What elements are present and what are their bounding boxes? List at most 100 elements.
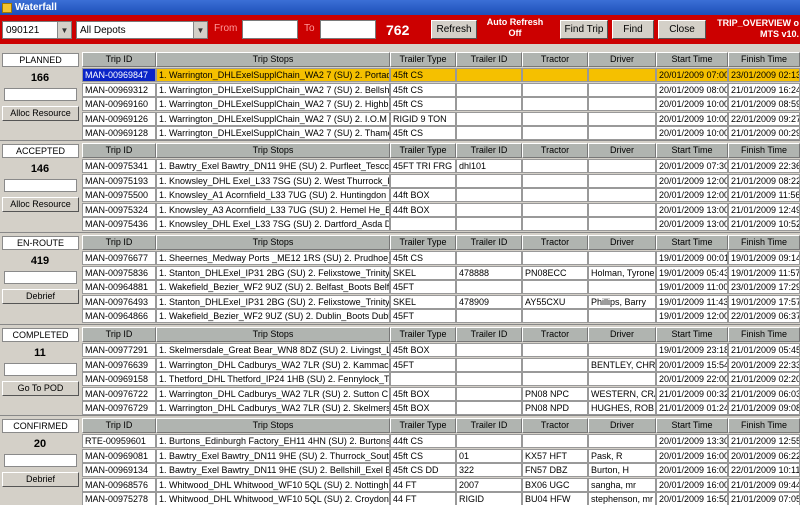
table-cell[interactable]: 44ft BOX xyxy=(390,202,456,217)
table-cell[interactable] xyxy=(588,217,656,231)
table-cell[interactable]: 1. Warrington_DHL Cadburys_WA2 7LR (SU) … xyxy=(156,357,390,372)
table-cell[interactable]: 45ft CS xyxy=(390,82,456,97)
table-cell[interactable] xyxy=(522,188,588,202)
table-cell[interactable]: MAN-00975324 xyxy=(82,202,156,217)
table-cell[interactable]: 44 FT xyxy=(390,477,456,492)
table-cell[interactable]: 322 xyxy=(456,463,522,477)
table-cell[interactable]: 21/01/2009 07:05 xyxy=(728,492,800,505)
status-filter-input[interactable] xyxy=(4,88,77,101)
table-cell[interactable]: dhl101 xyxy=(456,159,522,173)
table-cell[interactable]: 1. Warrington_DHL Cadburys_WA2 7LR (SU) … xyxy=(156,401,390,415)
table-cell[interactable]: 45ft CS xyxy=(390,448,456,463)
table-cell[interactable] xyxy=(456,280,522,294)
table-cell[interactable]: 21/01/2009 09:08 xyxy=(728,401,800,415)
table-cell[interactable]: BX06 UGC xyxy=(522,477,588,492)
column-header[interactable]: Trailer Type xyxy=(390,327,456,342)
table-cell[interactable] xyxy=(456,82,522,97)
section-action-button[interactable]: Go To POD xyxy=(2,381,79,396)
table-cell[interactable]: 20/01/2009 10:00 xyxy=(656,126,728,140)
from-date-input[interactable] xyxy=(242,20,298,39)
table-cell[interactable] xyxy=(456,357,522,372)
table-cell[interactable] xyxy=(390,173,456,188)
table-cell[interactable]: 20/01/2009 07:00 xyxy=(656,68,728,82)
table-cell[interactable]: 20/01/2009 22:00 xyxy=(656,372,728,386)
column-header[interactable]: Trip ID xyxy=(82,418,156,433)
table-cell[interactable] xyxy=(456,217,522,231)
table-cell[interactable]: 45ft CS xyxy=(390,126,456,140)
table-cell[interactable]: 44 FT xyxy=(390,492,456,505)
table-cell[interactable] xyxy=(456,309,522,323)
table-cell[interactable]: MAN-00969312 xyxy=(82,82,156,97)
column-header[interactable]: Driver xyxy=(588,52,656,67)
table-cell[interactable]: BU04 HFW xyxy=(522,492,588,505)
table-cell[interactable] xyxy=(522,217,588,231)
table-cell[interactable]: 21/01/2009 22:36 xyxy=(728,159,800,173)
table-cell[interactable]: FN57 DBZ xyxy=(522,463,588,477)
table-cell[interactable]: 20/01/2009 12:00 xyxy=(656,173,728,188)
table-cell[interactable]: HUGHES, ROB xyxy=(588,401,656,415)
column-header[interactable]: Tractor xyxy=(522,235,588,250)
column-header[interactable]: Trip Stops xyxy=(156,418,390,433)
table-cell[interactable]: 22/01/2009 06:37 xyxy=(728,309,800,323)
table-cell[interactable]: 20/01/2009 08:00 xyxy=(656,82,728,97)
table-cell[interactable]: 22/01/2009 10:11 xyxy=(728,463,800,477)
column-header[interactable]: Trip ID xyxy=(82,52,156,67)
table-cell[interactable]: MAN-00969134 xyxy=(82,463,156,477)
close-button[interactable]: Close xyxy=(658,20,706,39)
table-cell[interactable]: 44ft CS xyxy=(390,434,456,448)
column-header[interactable]: Trip Stops xyxy=(156,235,390,250)
table-cell[interactable]: 21/01/2009 00:32 xyxy=(656,386,728,401)
column-header[interactable]: Driver xyxy=(588,418,656,433)
table-cell[interactable]: 2007 xyxy=(456,477,522,492)
table-cell[interactable]: 21/01/2009 09:44 xyxy=(728,477,800,492)
find-trip-button[interactable]: Find Trip xyxy=(560,20,608,39)
table-cell[interactable]: 20/01/2009 13:30 xyxy=(656,434,728,448)
table-cell[interactable]: MAN-00975278 xyxy=(82,492,156,505)
table-cell[interactable]: 1. Stanton_DHLExel_IP31 2BG (SU) 2. Feli… xyxy=(156,265,390,280)
table-cell[interactable]: MAN-00969158 xyxy=(82,372,156,386)
table-cell[interactable]: MAN-00975836 xyxy=(82,265,156,280)
table-cell[interactable] xyxy=(588,343,656,357)
table-cell[interactable]: 1. Wakefield_Bezier_WF2 9UZ (SU) 2. Dubl… xyxy=(156,309,390,323)
table-cell[interactable]: 19/01/2009 11:57 xyxy=(728,265,800,280)
table-cell[interactable]: 19/01/2009 17:57 xyxy=(728,294,800,309)
column-header[interactable]: Trailer ID xyxy=(456,143,522,158)
section-action-button[interactable]: Debrief xyxy=(2,472,79,487)
table-cell[interactable] xyxy=(456,188,522,202)
table-cell[interactable]: MAN-00969081 xyxy=(82,448,156,463)
column-header[interactable]: Trip ID xyxy=(82,327,156,342)
status-filter-input[interactable] xyxy=(4,271,77,284)
table-cell[interactable]: PN08 NPC xyxy=(522,386,588,401)
table-cell[interactable]: 20/01/2009 16:00 xyxy=(656,477,728,492)
table-cell[interactable]: 45ft CS xyxy=(390,97,456,111)
table-cell[interactable]: sangha, mr xyxy=(588,477,656,492)
table-cell[interactable]: 20/01/2009 16:50 xyxy=(656,492,728,505)
table-cell[interactable] xyxy=(456,173,522,188)
table-cell[interactable]: 21/01/2009 12:55 xyxy=(728,434,800,448)
table-cell[interactable] xyxy=(522,97,588,111)
table-cell[interactable]: 1. Whitwood_DHL Whitwood_WF10 5QL (SU) 2… xyxy=(156,477,390,492)
table-cell[interactable] xyxy=(588,97,656,111)
table-cell[interactable]: 20/01/2009 15:54 xyxy=(656,357,728,372)
company-select[interactable]: 090121 ▼ xyxy=(2,21,72,39)
table-cell[interactable] xyxy=(522,251,588,265)
table-cell[interactable]: 45ft CS xyxy=(390,251,456,265)
table-cell[interactable]: 45ft BOX xyxy=(390,386,456,401)
table-cell[interactable] xyxy=(456,126,522,140)
table-cell[interactable]: 1. Sheernes_Medway Ports _ME12 1RS (SU) … xyxy=(156,251,390,265)
table-cell[interactable]: RIGID xyxy=(456,492,522,505)
table-cell[interactable]: MAN-00976639 xyxy=(82,357,156,372)
column-header[interactable]: Trailer Type xyxy=(390,52,456,67)
table-cell[interactable]: 23/01/2009 17:29 xyxy=(728,280,800,294)
table-cell[interactable]: 45ft BOX xyxy=(390,343,456,357)
table-cell[interactable]: 20/01/2009 06:22 xyxy=(728,448,800,463)
table-cell[interactable]: 1. Stanton_DHLExel_IP31 2BG (SU) 2. Feli… xyxy=(156,294,390,309)
table-cell[interactable]: Burton, H xyxy=(588,463,656,477)
table-cell[interactable]: AY55CXU xyxy=(522,294,588,309)
table-cell[interactable]: 45ft CS DD xyxy=(390,463,456,477)
table-cell[interactable]: MAN-00964881 xyxy=(82,280,156,294)
column-header[interactable]: Trip Stops xyxy=(156,327,390,342)
table-cell[interactable]: 21/01/2009 02:20 xyxy=(728,372,800,386)
table-cell[interactable]: 1. Burtons_Edinburgh Factory_EH11 4HN (S… xyxy=(156,434,390,448)
table-cell[interactable]: 21/01/2009 05:45 xyxy=(728,343,800,357)
